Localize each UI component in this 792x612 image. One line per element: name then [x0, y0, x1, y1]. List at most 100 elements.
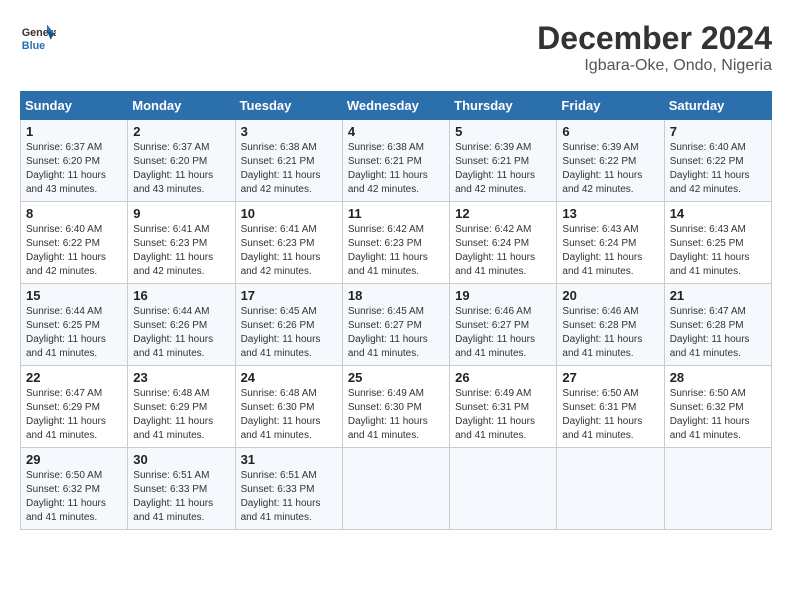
calendar-cell: 27 Sunrise: 6:50 AM Sunset: 6:31 PM Dayli… — [557, 366, 664, 448]
day-number: 6 — [562, 124, 658, 139]
calendar-cell: 3 Sunrise: 6:38 AM Sunset: 6:21 PM Daylig… — [235, 120, 342, 202]
day-number: 20 — [562, 288, 658, 303]
calendar-cell: 13 Sunrise: 6:43 AM Sunset: 6:24 PM Dayli… — [557, 202, 664, 284]
calendar-cell: 26Sunrise: 6:49 AM Sunset: 6:31 PM Dayli… — [450, 366, 557, 448]
calendar-cell: 6 Sunrise: 6:39 AM Sunset: 6:22 PM Daylig… — [557, 120, 664, 202]
day-number: 24 — [241, 370, 337, 385]
day-number: 23 — [133, 370, 229, 385]
day-number: 27 — [562, 370, 658, 385]
day-info: Sunrise: 6:38 AM Sunset: 6:21 PM Dayligh… — [241, 141, 337, 197]
day-number: 5 — [455, 124, 551, 139]
day-number: 2 — [133, 124, 229, 139]
day-number: 18 — [348, 288, 444, 303]
day-info: Sunrise: 6:47 AM Sunset: 6:28 PM Dayligh… — [670, 305, 766, 361]
day-info: Sunrise: 6:51 AM Sunset: 6:33 PM Dayligh… — [133, 469, 229, 525]
day-info: Sunrise: 6:39 AM Sunset: 6:22 PM Dayligh… — [562, 141, 658, 197]
calendar-cell: 4 Sunrise: 6:38 AM Sunset: 6:21 PM Daylig… — [342, 120, 449, 202]
day-number: 11 — [348, 206, 444, 221]
location: Igbara-Oke, Ondo, Nigeria — [537, 57, 772, 75]
day-info: Sunrise: 6:45 AM Sunset: 6:27 PM Dayligh… — [348, 305, 444, 361]
calendar-cell: 29 Sunrise: 6:50 AM Sunset: 6:32 PM Dayli… — [21, 448, 128, 530]
day-info: Sunrise: 6:51 AM Sunset: 6:33 PM Dayligh… — [241, 469, 337, 525]
calendar-cell: 16 Sunrise: 6:44 AM Sunset: 6:26 PM Dayli… — [128, 284, 235, 366]
day-number: 8 — [26, 206, 122, 221]
calendar-cell — [557, 448, 664, 530]
day-info: Sunrise: 6:42 AM Sunset: 6:23 PM Dayligh… — [348, 223, 444, 279]
calendar-cell: 5Sunrise: 6:39 AM Sunset: 6:21 PM Daylig… — [450, 120, 557, 202]
day-info: Sunrise: 6:43 AM Sunset: 6:25 PM Dayligh… — [670, 223, 766, 279]
day-number: 21 — [670, 288, 766, 303]
weekday-header-monday: Monday — [128, 92, 235, 120]
day-info: Sunrise: 6:50 AM Sunset: 6:32 PM Dayligh… — [26, 469, 122, 525]
day-number: 16 — [133, 288, 229, 303]
calendar-cell: 22 Sunrise: 6:47 AM Sunset: 6:29 PM Dayli… — [21, 366, 128, 448]
day-info: Sunrise: 6:45 AM Sunset: 6:26 PM Dayligh… — [241, 305, 337, 361]
weekday-header-sunday: Sunday — [21, 92, 128, 120]
calendar-cell: 9Sunrise: 6:41 AM Sunset: 6:23 PM Daylig… — [128, 202, 235, 284]
calendar-cell: 2 Sunrise: 6:37 AM Sunset: 6:20 PM Daylig… — [128, 120, 235, 202]
calendar-cell: 23Sunrise: 6:48 AM Sunset: 6:29 PM Dayli… — [128, 366, 235, 448]
weekday-header-saturday: Saturday — [664, 92, 771, 120]
day-info: Sunrise: 6:43 AM Sunset: 6:24 PM Dayligh… — [562, 223, 658, 279]
calendar-table: SundayMondayTuesdayWednesdayThursdayFrid… — [20, 91, 772, 530]
title-block: December 2024 Igbara-Oke, Ondo, Nigeria — [537, 20, 772, 75]
day-info: Sunrise: 6:50 AM Sunset: 6:31 PM Dayligh… — [562, 387, 658, 443]
day-info: Sunrise: 6:44 AM Sunset: 6:26 PM Dayligh… — [133, 305, 229, 361]
calendar-cell: 14 Sunrise: 6:43 AM Sunset: 6:25 PM Dayli… — [664, 202, 771, 284]
day-number: 28 — [670, 370, 766, 385]
day-number: 4 — [348, 124, 444, 139]
day-number: 7 — [670, 124, 766, 139]
calendar-cell — [664, 448, 771, 530]
calendar-cell: 21 Sunrise: 6:47 AM Sunset: 6:28 PM Dayli… — [664, 284, 771, 366]
calendar-cell: 20 Sunrise: 6:46 AM Sunset: 6:28 PM Dayli… — [557, 284, 664, 366]
weekday-header-tuesday: Tuesday — [235, 92, 342, 120]
calendar-cell: 31 Sunrise: 6:51 AM Sunset: 6:33 PM Dayli… — [235, 448, 342, 530]
calendar-cell: 24 Sunrise: 6:48 AM Sunset: 6:30 PM Dayli… — [235, 366, 342, 448]
day-number: 29 — [26, 452, 122, 467]
day-info: Sunrise: 6:37 AM Sunset: 6:20 PM Dayligh… — [133, 141, 229, 197]
weekday-header-thursday: Thursday — [450, 92, 557, 120]
calendar-cell: 12 Sunrise: 6:42 AM Sunset: 6:24 PM Dayli… — [450, 202, 557, 284]
day-number: 10 — [241, 206, 337, 221]
day-info: Sunrise: 6:38 AM Sunset: 6:21 PM Dayligh… — [348, 141, 444, 197]
day-info: Sunrise: 6:48 AM Sunset: 6:30 PM Dayligh… — [241, 387, 337, 443]
day-info: Sunrise: 6:37 AM Sunset: 6:20 PM Dayligh… — [26, 141, 122, 197]
calendar-cell — [450, 448, 557, 530]
day-info: Sunrise: 6:50 AM Sunset: 6:32 PM Dayligh… — [670, 387, 766, 443]
weekday-header-friday: Friday — [557, 92, 664, 120]
day-number: 13 — [562, 206, 658, 221]
day-info: Sunrise: 6:46 AM Sunset: 6:28 PM Dayligh… — [562, 305, 658, 361]
day-number: 26 — [455, 370, 551, 385]
day-number: 12 — [455, 206, 551, 221]
calendar-cell: 7 Sunrise: 6:40 AM Sunset: 6:22 PM Daylig… — [664, 120, 771, 202]
calendar-cell: 8 Sunrise: 6:40 AM Sunset: 6:22 PM Daylig… — [21, 202, 128, 284]
day-number: 14 — [670, 206, 766, 221]
day-number: 1 — [26, 124, 122, 139]
day-info: Sunrise: 6:41 AM Sunset: 6:23 PM Dayligh… — [241, 223, 337, 279]
calendar-cell: 28 Sunrise: 6:50 AM Sunset: 6:32 PM Dayli… — [664, 366, 771, 448]
calendar-cell: 15 Sunrise: 6:44 AM Sunset: 6:25 PM Dayli… — [21, 284, 128, 366]
calendar-cell: 25 Sunrise: 6:49 AM Sunset: 6:30 PM Dayli… — [342, 366, 449, 448]
day-number: 3 — [241, 124, 337, 139]
calendar-cell: 18 Sunrise: 6:45 AM Sunset: 6:27 PM Dayli… — [342, 284, 449, 366]
day-info: Sunrise: 6:44 AM Sunset: 6:25 PM Dayligh… — [26, 305, 122, 361]
day-number: 22 — [26, 370, 122, 385]
day-number: 17 — [241, 288, 337, 303]
day-number: 25 — [348, 370, 444, 385]
day-info: Sunrise: 6:42 AM Sunset: 6:24 PM Dayligh… — [455, 223, 551, 279]
day-info: Sunrise: 6:46 AM Sunset: 6:27 PM Dayligh… — [455, 305, 551, 361]
day-number: 19 — [455, 288, 551, 303]
day-info: Sunrise: 6:47 AM Sunset: 6:29 PM Dayligh… — [26, 387, 122, 443]
day-info: Sunrise: 6:49 AM Sunset: 6:30 PM Dayligh… — [348, 387, 444, 443]
calendar-cell: 10 Sunrise: 6:41 AM Sunset: 6:23 PM Dayli… — [235, 202, 342, 284]
calendar-cell: 11 Sunrise: 6:42 AM Sunset: 6:23 PM Dayli… — [342, 202, 449, 284]
day-number: 15 — [26, 288, 122, 303]
page-header: General Blue December 2024 Igbara-Oke, O… — [20, 20, 772, 75]
calendar-cell: 1 Sunrise: 6:37 AM Sunset: 6:20 PM Daylig… — [21, 120, 128, 202]
day-info: Sunrise: 6:40 AM Sunset: 6:22 PM Dayligh… — [26, 223, 122, 279]
calendar-cell — [342, 448, 449, 530]
month-year: December 2024 — [537, 20, 772, 57]
day-number: 31 — [241, 452, 337, 467]
day-info: Sunrise: 6:40 AM Sunset: 6:22 PM Dayligh… — [670, 141, 766, 197]
calendar-cell: 19 Sunrise: 6:46 AM Sunset: 6:27 PM Dayli… — [450, 284, 557, 366]
